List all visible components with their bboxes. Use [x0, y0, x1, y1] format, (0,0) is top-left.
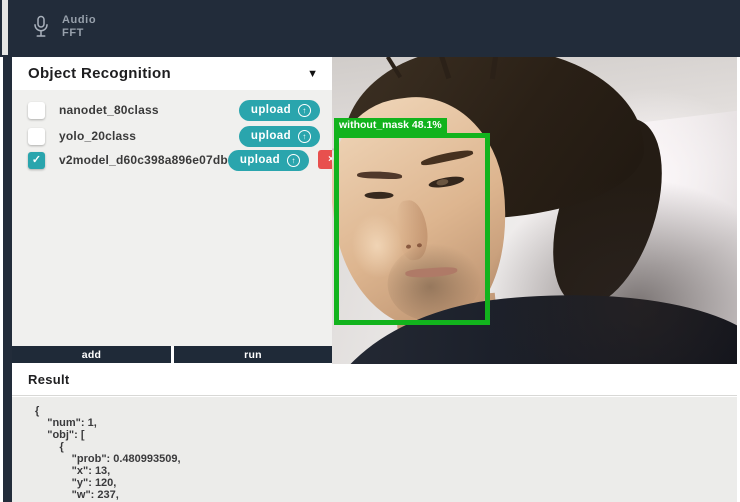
model-label: yolo_20class — [59, 129, 136, 143]
upload-button[interactable]: upload — [239, 100, 320, 121]
model-row: v2model_d60c398a896e07db upload — [28, 149, 320, 171]
upload-button[interactable]: upload — [228, 150, 309, 171]
model-checkbox-1[interactable] — [28, 128, 45, 145]
app-title: Audio FFT — [62, 14, 96, 40]
model-checkbox-0[interactable] — [28, 102, 45, 119]
window-edge-strip — [2, 0, 8, 55]
model-list: nanodet_80class upload yolo_20class uplo… — [12, 90, 332, 346]
result-section: Result { "num": 1, "obj": [ { "prob": 0.… — [12, 364, 737, 502]
detection-bounding-box — [334, 133, 490, 325]
app-header: Audio FFT — [0, 0, 740, 57]
camera-view: without_mask 48.1% — [332, 57, 737, 364]
upload-arrow-icon — [287, 154, 300, 167]
panel-actions: add run — [12, 346, 332, 363]
chevron-down-icon — [307, 68, 318, 80]
model-checkbox-2[interactable] — [28, 152, 45, 169]
corner-shadow — [477, 174, 737, 364]
model-row: nanodet_80class upload — [28, 99, 320, 121]
result-title: Result — [28, 372, 70, 387]
model-label: v2model_d60c398a896e07db — [59, 153, 228, 167]
app-title-line2: FFT — [62, 27, 96, 40]
run-button[interactable]: run — [174, 346, 332, 363]
result-body: { "num": 1, "obj": [ { "prob": 0.4809935… — [12, 397, 737, 502]
nav-item-audio-fft[interactable]: Audio FFT — [32, 12, 96, 42]
result-json: { "num": 1, "obj": [ { "prob": 0.4809935… — [35, 405, 181, 501]
upload-button-label: upload — [251, 104, 291, 116]
result-header: Result — [12, 364, 737, 396]
model-label: nanodet_80class — [59, 103, 159, 117]
upload-arrow-icon — [298, 130, 311, 143]
add-button[interactable]: add — [12, 346, 171, 363]
upload-button-label: upload — [240, 154, 280, 166]
model-row: yolo_20class upload — [28, 125, 320, 147]
upload-button-label: upload — [251, 130, 291, 142]
detection-label: without_mask 48.1% — [334, 118, 447, 133]
upload-arrow-icon — [298, 104, 311, 117]
app-title-line1: Audio — [62, 14, 96, 27]
app-window: Audio FFT Object Recognition nanodet_80c… — [0, 0, 740, 502]
panel-dropdown-header[interactable]: Object Recognition — [12, 57, 332, 90]
panel-title: Object Recognition — [28, 65, 171, 82]
microphone-icon — [32, 12, 50, 42]
upload-button[interactable]: upload — [239, 126, 320, 147]
left-rail — [3, 0, 12, 502]
